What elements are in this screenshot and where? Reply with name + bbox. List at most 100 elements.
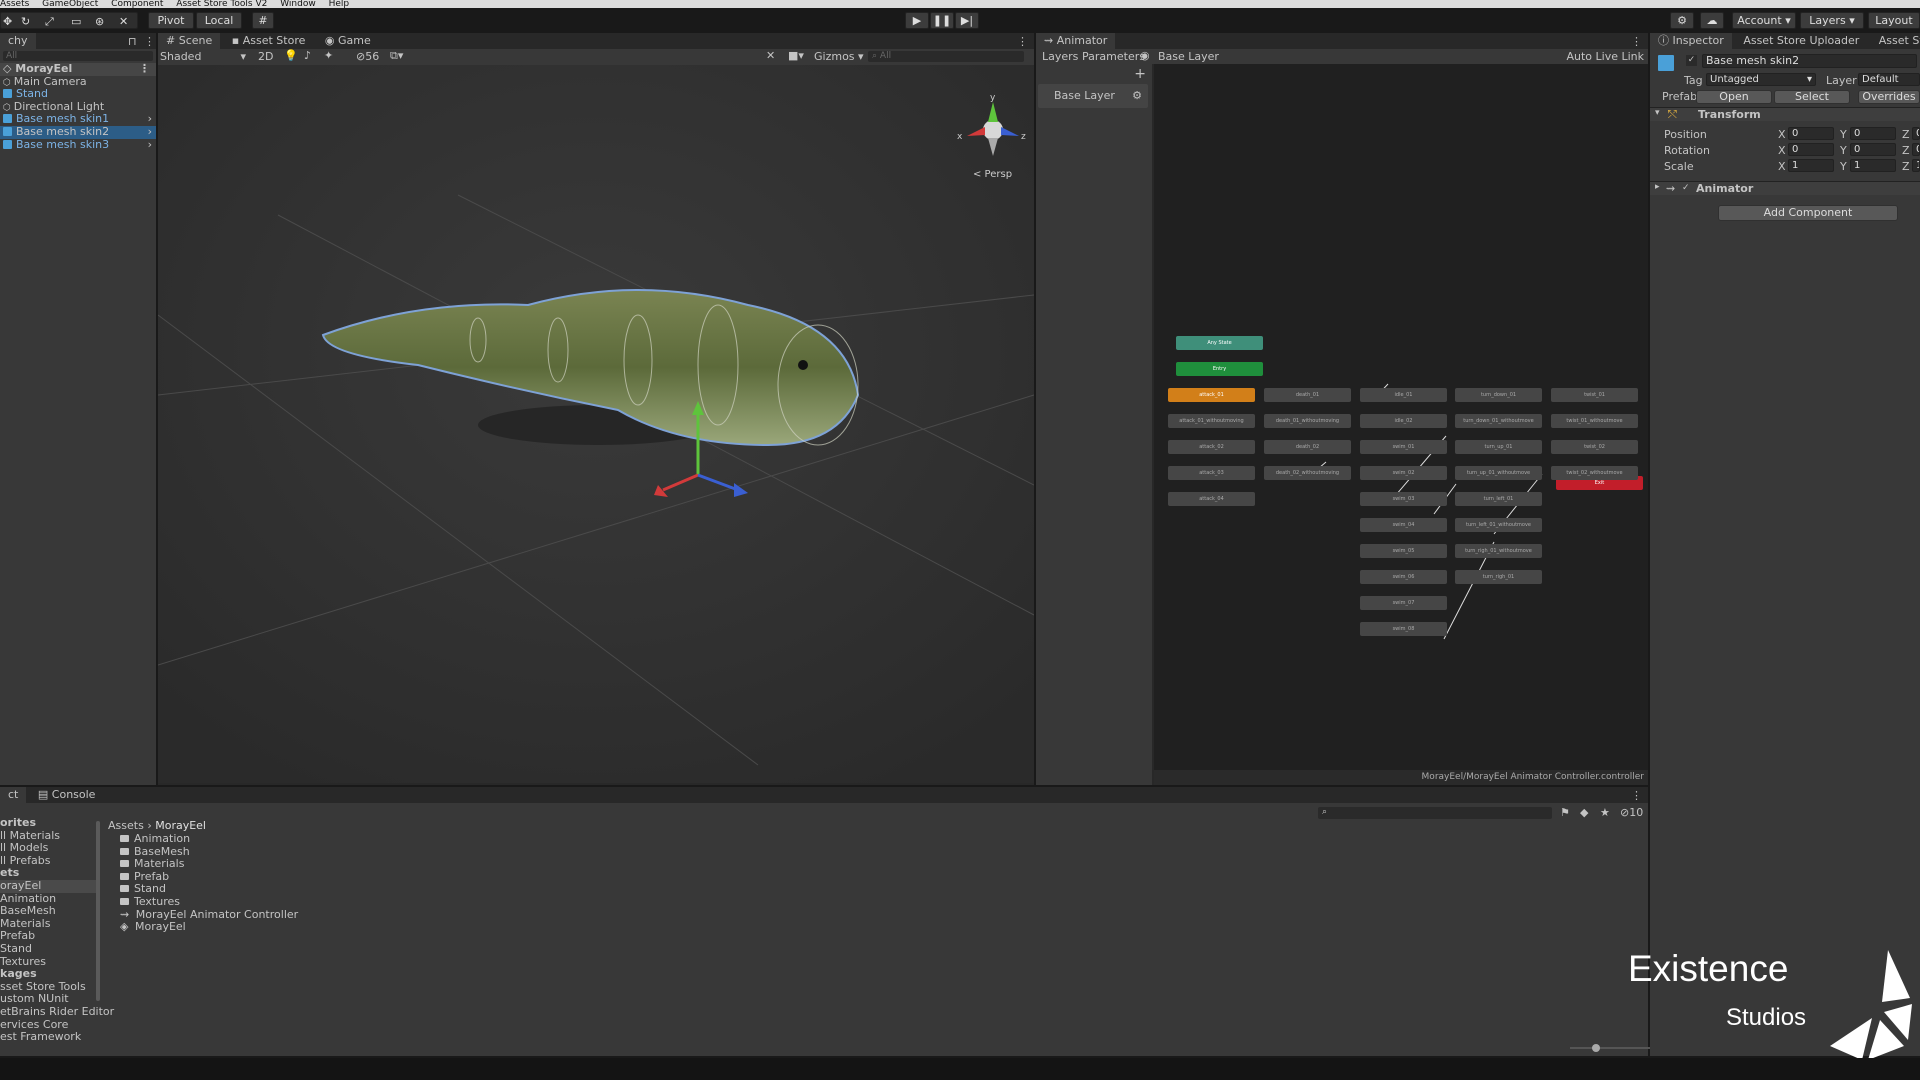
grid-snap-button[interactable]: # (252, 12, 274, 29)
chevron-right-icon[interactable]: › (148, 125, 152, 139)
state-node[interactable]: swim_03 (1360, 492, 1447, 506)
menu-component[interactable]: Component (111, 0, 163, 8)
state-node[interactable]: swim_07 (1360, 596, 1447, 610)
state-node[interactable]: turn_left_01 (1455, 492, 1542, 506)
gizmos-dropdown[interactable]: Gizmos ▾ (814, 50, 864, 63)
local-toggle[interactable]: Local (196, 12, 242, 29)
state-node[interactable]: turn_up_01 (1455, 440, 1542, 454)
custom-tool-icon[interactable]: ✕ (119, 14, 128, 29)
state-node[interactable]: death_02_withoutmoving (1264, 466, 1351, 480)
scl-z-field[interactable]: 1 (1912, 159, 1920, 172)
state-node[interactable]: attack_01_withoutmoving (1168, 414, 1255, 428)
prefab-open-button[interactable]: Open (1696, 90, 1772, 104)
state-node[interactable]: death_01_withoutmoving (1264, 414, 1351, 428)
project-tree-item[interactable]: etBrains Rider Editor (0, 1005, 114, 1019)
kebab-menu-icon[interactable]: ⋮ (139, 62, 150, 76)
lock-icon[interactable]: ⊓ (128, 35, 137, 48)
project-tree-item[interactable]: ll Models (0, 842, 100, 855)
state-node[interactable]: swim_06 (1360, 570, 1447, 584)
tab-scene[interactable]: # Scene (158, 33, 221, 49)
hierarchy-search[interactable]: All (0, 49, 156, 63)
state-node[interactable]: turn_righ_01_withoutmove (1455, 544, 1542, 558)
pos-x-field[interactable]: 0 (1788, 127, 1834, 140)
project-tree-item[interactable]: orites (0, 816, 100, 830)
state-node[interactable]: attack_02 (1168, 440, 1255, 454)
pivot-toggle[interactable]: Pivot (148, 12, 194, 29)
tab-inspector[interactable]: ⓘ Inspector (1650, 33, 1732, 49)
state-node[interactable]: Entry (1176, 362, 1263, 376)
state-node[interactable]: swim_02 (1360, 466, 1447, 480)
state-node[interactable]: attack_01 (1168, 388, 1255, 402)
menu-window[interactable]: Window (280, 0, 316, 8)
state-node[interactable]: attack_04 (1168, 492, 1255, 506)
scl-x-field[interactable]: 1 (1788, 159, 1834, 172)
animator-breadcrumb[interactable]: Base Layer (1158, 50, 1219, 63)
active-checkbox[interactable]: ✓ (1686, 55, 1697, 66)
hidden-packages-count[interactable]: ⊘10 (1620, 806, 1643, 819)
project-tree-item[interactable]: orayEel (0, 879, 100, 893)
shading-dropdown[interactable]: Shaded ▾ (160, 50, 250, 63)
state-node[interactable]: idle_02 (1360, 414, 1447, 428)
state-node[interactable]: swim_01 (1360, 440, 1447, 454)
animator-enabled-checkbox[interactable]: ✓ (1682, 183, 1690, 193)
rect-tool-icon[interactable]: ▭ (71, 14, 81, 29)
zoom-slider-handle[interactable] (1592, 1044, 1600, 1052)
star-icon[interactable]: ★ (1600, 806, 1610, 819)
transform-tool-icon[interactable]: ⊛ (95, 14, 104, 29)
prefab-overrides-button[interactable]: Overrides (1858, 90, 1920, 104)
state-node[interactable]: attack_03 (1168, 466, 1255, 480)
animator-component-header[interactable]: ▸ ⇝ ✓ Animator (1650, 181, 1920, 195)
foldout-icon[interactable]: ▸ (1655, 182, 1660, 192)
tab-animator[interactable]: ⇝ Animator (1036, 33, 1116, 49)
base-layer-item[interactable]: Base Layer ⚙ (1038, 84, 1148, 108)
project-tree-item[interactable]: est Framework (0, 1030, 100, 1044)
state-machine-graph[interactable]: Any State Entry Exit attack_01 attack_01_wit… (1154, 64, 1648, 770)
kebab-menu-icon[interactable]: ⋮ (1631, 789, 1642, 802)
project-file-item[interactable]: ◈ MorayEel (120, 920, 298, 934)
step-button[interactable]: ▶| (955, 12, 979, 29)
filter-icon[interactable]: ⚑ (1560, 806, 1570, 819)
2d-toggle[interactable]: 2D (258, 50, 273, 63)
tab-project[interactable]: ct (0, 787, 27, 803)
object-name-field[interactable]: Base mesh skin2 (1702, 54, 1917, 68)
parameters-tab[interactable]: Parameters (1082, 50, 1145, 63)
breadcrumb-morayeel[interactable]: MorayEel (155, 819, 206, 832)
state-node[interactable]: turn_down_01 (1455, 388, 1542, 402)
state-node[interactable]: death_02 (1264, 440, 1351, 454)
kebab-menu-icon[interactable]: ⋮ (1017, 35, 1028, 48)
tab-console[interactable]: ▤ Console (30, 787, 104, 803)
tab-asset-store[interactable]: ▪ Asset Store (224, 33, 314, 49)
move-tool-icon[interactable]: ✥ (3, 14, 12, 29)
play-button[interactable]: ▶ (905, 12, 929, 29)
perspective-label[interactable]: < Persp (973, 169, 1012, 180)
foldout-icon[interactable]: ▾ (1655, 108, 1660, 118)
scene-search-input[interactable]: ⌕ All (868, 51, 1024, 62)
pos-y-field[interactable]: 0 (1850, 127, 1896, 140)
state-node[interactable]: twist_01 (1551, 388, 1638, 402)
layer-dropdown[interactable]: Default (1858, 73, 1920, 86)
rot-z-field[interactable]: 0 (1912, 143, 1920, 156)
state-node[interactable]: turn_down_01_withoutmove (1455, 414, 1542, 428)
kebab-menu-icon[interactable]: ⋮ (1631, 35, 1642, 48)
kebab-menu-icon[interactable]: ⋮ (144, 35, 155, 48)
rotate-tool-icon[interactable]: ↻ (21, 14, 30, 29)
state-node[interactable]: swim_08 (1360, 622, 1447, 636)
layout-dropdown[interactable]: Layout (1868, 12, 1920, 29)
effects-icon[interactable]: ✦ (324, 49, 333, 62)
state-node[interactable]: swim_05 (1360, 544, 1447, 558)
tag-dropdown[interactable]: Untagged ▾ (1706, 73, 1816, 86)
state-node[interactable]: turn_left_01_withoutmove (1455, 518, 1542, 532)
tab-game[interactable]: ◉ Game (317, 33, 379, 49)
project-tree-item[interactable]: kages (0, 968, 100, 981)
add-layer-icon[interactable]: + (1134, 66, 1146, 82)
project-tree-item[interactable]: Stand (0, 942, 100, 956)
add-component-button[interactable]: Add Component (1718, 205, 1898, 221)
pause-button[interactable]: ❚❚ (930, 12, 954, 29)
state-node[interactable]: turn_righ_01 (1455, 570, 1542, 584)
scene-viewport[interactable]: y x z < Persp (158, 65, 1034, 783)
hierarchy-item[interactable]: Base mesh skin3 › (0, 138, 156, 152)
audio-icon[interactable]: ♪ (304, 49, 311, 62)
cloud-button[interactable]: ☁ (1700, 12, 1724, 29)
eye-icon[interactable]: ◉ (1140, 49, 1150, 62)
state-node[interactable]: death_01 (1264, 388, 1351, 402)
